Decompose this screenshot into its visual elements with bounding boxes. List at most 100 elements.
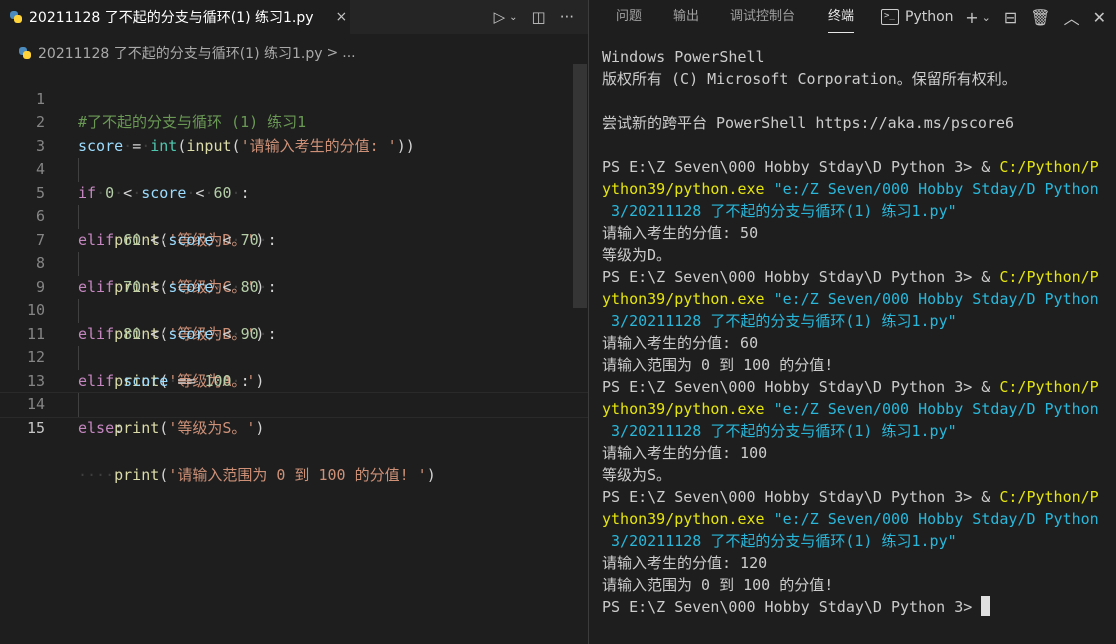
terminal-t: 请输入范围为 0 到 100 的分值! [602, 356, 834, 374]
terminal-line: 请输入范围为 0 到 100 的分值! [602, 354, 1112, 376]
terminal-line: 3/20211128 了不起的分支与循环(1) 练习1.py" [602, 310, 1112, 332]
terminal-select-label: Python [905, 9, 954, 25]
editor-pane: 20211128 了不起的分支与循环(1) 练习1.py × ▷ ⌄ ◫ ···… [0, 0, 589, 644]
terminal-line: 尝试新的跨平台 PowerShell https://aka.ms/pscore… [602, 112, 1112, 134]
terminal-amp: & [981, 378, 1000, 396]
indent-guide [78, 205, 79, 229]
terminal-line: PS E:\Z Seven\000 Hobby Stday\D Python 3… [602, 486, 1112, 508]
terminal-line: PS E:\Z Seven\000 Hobby Stday\D Python 3… [602, 376, 1112, 398]
indent-guide [78, 158, 79, 182]
editor-tab-bar: 20211128 了不起的分支与循环(1) 练习1.py × ▷ ⌄ ◫ ··· [0, 0, 588, 34]
chevron-down-icon[interactable]: ⌄ [509, 12, 517, 23]
terminal-exe: C:/Python/P [999, 488, 1099, 506]
terminal-arg: "e:/Z Seven/000 Hobby Stday/D Python [764, 510, 1099, 528]
terminal-line: ython39/python.exe "e:/Z Seven/000 Hobby… [602, 288, 1112, 310]
terminal-t: 请输入考生的分值: 120 [602, 554, 768, 572]
terminal-output[interactable]: Windows PowerShell 版权所有 (C) Microsoft Cor… [602, 46, 1112, 618]
terminal-line: PS E:\Z Seven\000 Hobby Stday\D Python 3… [602, 156, 1112, 178]
terminal-amp: & [981, 488, 1000, 506]
terminal-line: ython39/python.exe "e:/Z Seven/000 Hobby… [602, 178, 1112, 200]
terminal-line: 3/20211128 了不起的分支与循环(1) 练习1.py" [602, 200, 1112, 222]
trash-icon[interactable]: 🗑 [1030, 8, 1050, 27]
terminal-t: 请输入考生的分值: 60 [602, 334, 759, 352]
terminal-line: 等级为D。 [602, 244, 1112, 266]
code-line: 12 elif·score·==·100·: [0, 323, 588, 390]
editor-scrollbar[interactable] [573, 64, 587, 308]
terminal-exe: ython39/python.exe [602, 180, 765, 198]
code-line: 4 if·0·<·score·<·60·: [0, 135, 588, 202]
terminal-arg: 3/20211128 了不起的分支与循环(1) 练习1.py" [602, 202, 957, 220]
code-line: 3 [0, 111, 588, 155]
tab-terminal[interactable]: 终端 [828, 0, 855, 34]
terminal-exe: C:/Python/P [999, 158, 1099, 176]
terminal-icon: >_ [881, 9, 899, 25]
split-terminal-icon[interactable]: ⊟ [1004, 8, 1017, 27]
terminal-arg: "e:/Z Seven/000 Hobby Stday/D Python [764, 180, 1099, 198]
code-line: 8 elif·70·<·score·<·80·: [0, 229, 588, 296]
terminal-t: 等级为D。 [602, 246, 672, 264]
code-line-active: 15 ····print('请输入范围为 0 到 100 的分值! ') [0, 392, 589, 484]
code-line: 13 ····print('等级为S。') [0, 346, 588, 437]
code-line: 9 ····print('等级为B。') [0, 252, 588, 343]
terminal-line: 3/20211128 了不起的分支与循环(1) 练习1.py" [602, 530, 1112, 552]
bottom-panel: 问题 输出 调试控制台 终端 >_ Python + ⌄ ⊟ 🗑 ︿ ✕ Win… [589, 0, 1116, 644]
terminal-line: 请输入考生的分值: 60 [602, 332, 1112, 354]
code-line: 10 elif·80·<·score·<·90·: [0, 276, 588, 343]
terminal-t: 尝试新的跨平台 PowerShell https://aka.ms/pscore… [602, 114, 1015, 132]
terminal-prompt: PS E:\Z Seven\000 Hobby Stday\D Python 3… [602, 598, 982, 616]
python-file-icon [9, 10, 23, 24]
terminal-t: 请输入考生的分值: 100 [602, 444, 768, 462]
terminal-line: ython39/python.exe "e:/Z Seven/000 Hobby… [602, 398, 1112, 420]
breadcrumb-separator: > [326, 45, 339, 61]
terminal-t: 请输入范围为 0 到 100 的分值! [602, 576, 834, 594]
terminal-arg: 3/20211128 了不起的分支与循环(1) 练习1.py" [602, 532, 957, 550]
terminal-line: 3/20211128 了不起的分支与循环(1) 练习1.py" [602, 420, 1112, 442]
terminal-exe: ython39/python.exe [602, 290, 765, 308]
panel-tabs: 问题 输出 调试控制台 终端 >_ Python + ⌄ ⊟ 🗑 ︿ ✕ [589, 0, 1116, 34]
terminal-line: 请输入考生的分值: 120 [602, 552, 1112, 574]
tab-problems[interactable]: 问题 [616, 0, 642, 34]
terminal-line: Windows PowerShell [602, 46, 1112, 68]
split-editor-icon[interactable]: ◫ [532, 8, 546, 26]
terminal-line: 请输入考生的分值: 50 [602, 222, 1112, 244]
terminal-prompt: PS E:\Z Seven\000 Hobby Stday\D Python 3… [602, 378, 982, 396]
terminal-exe: ython39/python.exe [602, 400, 765, 418]
terminal-arg: "e:/Z Seven/000 Hobby Stday/D Python [764, 290, 1099, 308]
close-icon[interactable]: × [336, 9, 348, 25]
terminal-t: 请输入考生的分值: 50 [602, 224, 759, 242]
chevron-down-icon[interactable]: ⌄ [982, 11, 991, 24]
run-icon[interactable]: ▷ [494, 8, 506, 26]
terminal-arg: 3/20211128 了不起的分支与循环(1) 练习1.py" [602, 422, 957, 440]
terminal-prompt: PS E:\Z Seven\000 Hobby Stday\D Python 3… [602, 488, 982, 506]
indent-guide [78, 299, 79, 323]
editor-tab[interactable]: 20211128 了不起的分支与循环(1) 练习1.py × [0, 0, 350, 34]
indent-guide [78, 346, 79, 370]
close-icon[interactable]: ✕ [1093, 8, 1106, 27]
terminal-line: PS E:\Z Seven\000 Hobby Stday\D Python 3… [602, 596, 1112, 618]
more-actions-icon[interactable]: ··· [560, 8, 574, 26]
terminal-arg: "e:/Z Seven/000 Hobby Stday/D Python [764, 400, 1099, 418]
code-line: 2 score·=·int(input('请输入考生的分值: ')) [0, 88, 588, 155]
terminal-t: 版权所有 (C) Microsoft Corporation。保留所有权利。 [602, 70, 1017, 88]
line-number: 15 [26, 418, 45, 437]
indent-guide [78, 252, 79, 276]
code-line: 5 ····print('等级为D。') [0, 158, 588, 249]
tab-debug-console[interactable]: 调试控制台 [730, 0, 795, 34]
terminal-t: Windows PowerShell [602, 48, 765, 66]
terminal-amp: & [981, 158, 1000, 176]
editor-actions: ▷ ⌄ ◫ ··· [494, 0, 574, 34]
terminal-select[interactable]: >_ Python [881, 0, 954, 34]
terminal-exe: C:/Python/P [999, 268, 1099, 286]
panel-actions: + ⌄ ⊟ 🗑 ︿ ✕ [965, 0, 1106, 34]
breadcrumb-more[interactable]: ... [342, 45, 355, 61]
breadcrumb-file[interactable]: 20211128 了不起的分支与循环(1) 练习1.py [38, 43, 323, 63]
code-line: 1 #了不起的分支与循环 (1) 练习1 [0, 64, 588, 132]
maximize-panel-icon[interactable]: ︿ [1064, 5, 1080, 29]
indent-guide [78, 393, 79, 417]
add-terminal-icon[interactable]: + [965, 8, 978, 27]
code-area[interactable]: 1 #了不起的分支与循环 (1) 练习1 2 score·=·int(input… [0, 64, 589, 484]
code-line: 11 ····print('等级为A。') [0, 299, 588, 390]
tab-output[interactable]: 输出 [673, 0, 699, 34]
tab-title: 20211128 了不起的分支与循环(1) 练习1.py [29, 10, 314, 26]
